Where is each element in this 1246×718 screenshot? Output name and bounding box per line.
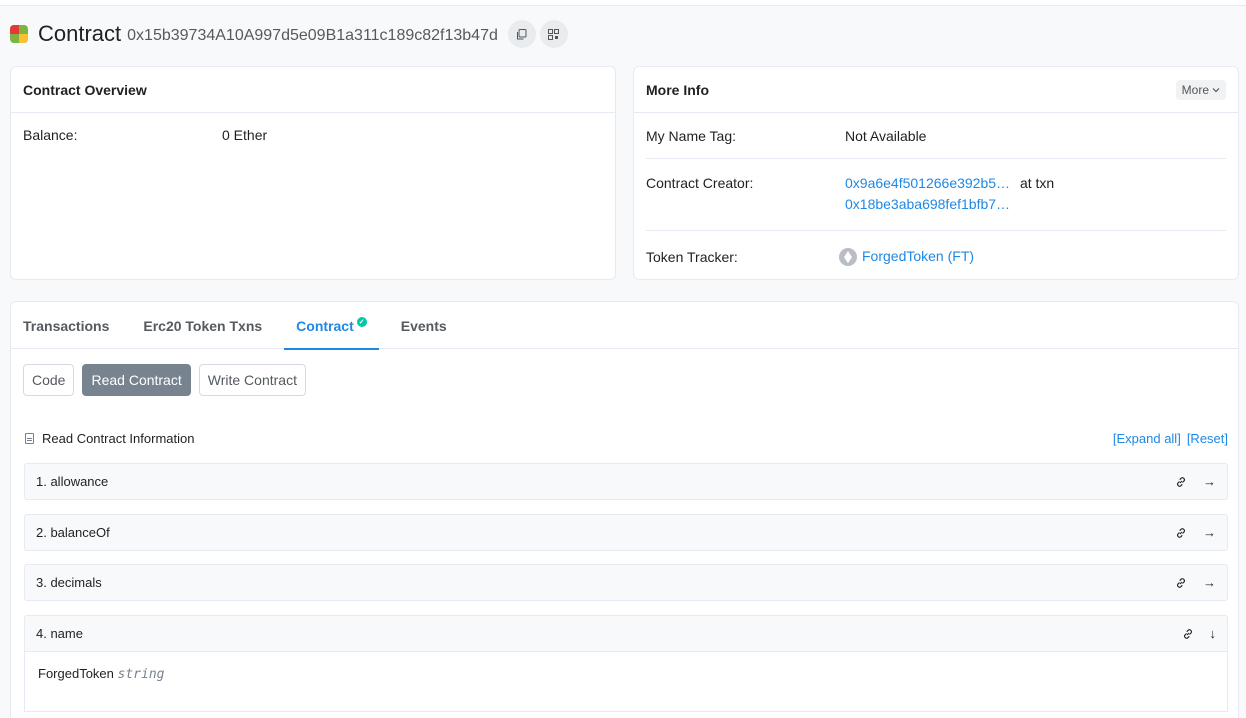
contract-subtabs: Code Read Contract Write Contract — [23, 364, 306, 396]
code-button[interactable]: Code — [23, 364, 75, 396]
function-label: 3. decimals — [36, 575, 102, 590]
function-label: 4. name — [36, 626, 83, 641]
read-contract-info-heading: Read Contract Information — [25, 431, 194, 446]
chevron-down-icon — [1212, 87, 1220, 92]
page-title: Contract — [38, 21, 122, 46]
contract-overview-header: Contract Overview — [11, 67, 615, 113]
read-contract-info-label: Read Contract Information — [42, 430, 195, 446]
link-icon[interactable] — [1175, 527, 1187, 539]
copy-address-button[interactable] — [507, 20, 536, 48]
contract-address: 0x15b39734A10A997d5e09B1a311c189c82f13b4… — [127, 27, 498, 44]
reset-link[interactable]: [Reset] — [1187, 431, 1228, 446]
copy-icon — [517, 28, 527, 39]
name-tag-label: My Name Tag: — [646, 127, 736, 144]
function-result-name: ForgedToken string — [24, 652, 1228, 712]
name-tag-value: Not Available — [845, 127, 927, 144]
read-contract-button[interactable]: Read Contract — [82, 364, 191, 396]
qr-code-button[interactable] — [539, 20, 568, 48]
link-icon[interactable] — [1175, 577, 1187, 589]
contract-creator-row: Contract Creator: 0x9a6e4f501266e392b5… … — [646, 159, 1226, 231]
tab-erc20-token-txns[interactable]: Erc20 Token Txns — [143, 302, 262, 349]
function-result-type: string — [117, 667, 165, 682]
link-icon[interactable] — [1175, 476, 1187, 488]
tab-transactions[interactable]: Transactions — [23, 302, 109, 349]
more-info-card: More Info More My Name Tag: Not Availabl… — [633, 66, 1239, 280]
at-txn-text: at txn — [1019, 175, 1055, 191]
balance-label: Balance: — [23, 127, 78, 143]
token-tracker-link[interactable]: ForgedToken (FT) — [862, 248, 974, 264]
function-row-allowance[interactable]: 1. allowance → — [24, 463, 1228, 500]
balance-value: 0 Ether — [222, 127, 268, 143]
tab-contract[interactable]: Contract ✓ — [284, 302, 379, 350]
more-dropdown-button[interactable]: More — [1175, 79, 1226, 100]
link-icon[interactable] — [1182, 628, 1194, 640]
more-info-header: More Info More — [634, 67, 1238, 113]
contract-avatar-icon — [10, 25, 28, 43]
ethereum-token-icon — [839, 248, 857, 267]
write-contract-button[interactable]: Write Contract — [198, 364, 306, 396]
more-info-title: More Info — [646, 81, 709, 98]
token-tracker-label: Token Tracker: — [646, 249, 738, 265]
contract-overview-title: Contract Overview — [23, 81, 147, 98]
arrow-down-icon[interactable]: ↓ — [1210, 626, 1217, 641]
contract-overview-card: Contract Overview Balance: 0 Ether — [10, 66, 616, 280]
arrow-right-icon[interactable]: → — [1203, 474, 1216, 489]
arrow-right-icon[interactable]: → — [1203, 575, 1216, 590]
tab-contract-label: Contract — [296, 317, 354, 334]
creator-txn-link[interactable]: 0x18be3aba698fef1bfb7… — [845, 194, 1054, 215]
verified-check-icon: ✓ — [356, 316, 367, 327]
contract-tabs-card: Transactions Erc20 Token Txns Contract ✓… — [10, 301, 1239, 718]
read-contract-actions: [Expand all] [Reset] — [1113, 431, 1228, 446]
expand-all-link[interactable]: [Expand all] — [1113, 431, 1181, 446]
function-result-value: ForgedToken — [38, 666, 114, 681]
contract-creator-label: Contract Creator: — [646, 175, 754, 191]
top-bar — [0, 0, 1246, 6]
balance-row: Balance: 0 Ether — [11, 113, 615, 157]
name-tag-row: My Name Tag: Not Available — [646, 113, 1226, 159]
tab-bar: Transactions Erc20 Token Txns Contract ✓… — [11, 302, 1238, 350]
function-label: 2. balanceOf — [36, 525, 110, 540]
function-row-name[interactable]: 4. name ↓ — [24, 615, 1228, 652]
token-tracker-row: Token Tracker: ForgedToken (FT) — [646, 231, 1226, 283]
qr-code-icon — [548, 28, 560, 40]
document-icon — [25, 432, 34, 444]
arrow-right-icon[interactable]: → — [1203, 525, 1216, 540]
token-tracker-value[interactable]: ForgedToken (FT) — [839, 248, 974, 267]
read-contract-info-bar: Read Contract Information [Expand all] [… — [25, 429, 1228, 447]
creator-address-link[interactable]: 0x9a6e4f501266e392b5… — [845, 175, 1010, 191]
tab-events[interactable]: Events — [401, 302, 447, 349]
function-label: 1. allowance — [36, 474, 109, 489]
contract-creator-value: 0x9a6e4f501266e392b5… at txn 0x18be3aba6… — [845, 173, 1054, 230]
function-row-balanceof[interactable]: 2. balanceOf → — [24, 514, 1228, 551]
page-header: Contract 0x15b39734A10A997d5e09B1a311c18… — [10, 20, 572, 48]
function-row-decimals[interactable]: 3. decimals → — [24, 564, 1228, 601]
more-button-label: More — [1181, 82, 1209, 97]
